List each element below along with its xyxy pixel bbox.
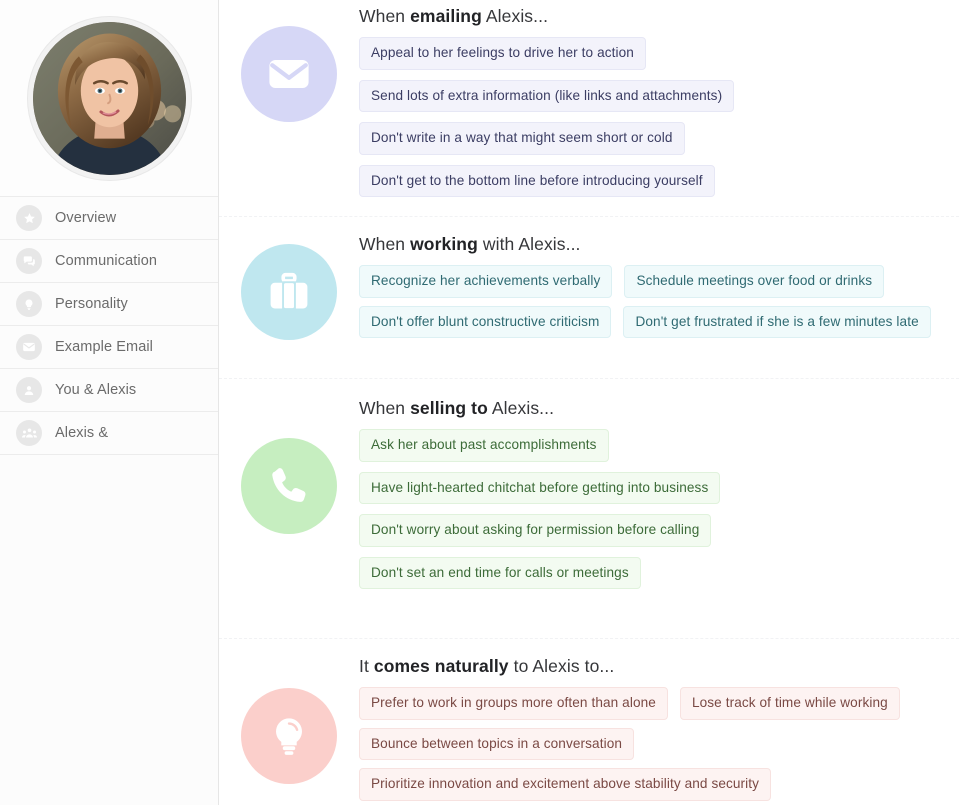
briefcase-icon [241, 244, 337, 340]
tag[interactable]: Prefer to work in groups more often than… [359, 687, 668, 720]
sidebar-item-label: Alexis & [55, 425, 109, 441]
tag[interactable]: Recognize her achievements verbally [359, 265, 613, 298]
section-title: It comes naturally to Alexis to... [359, 656, 945, 677]
main-content: When emailing Alexis... Appeal to her fe… [219, 0, 959, 805]
section-body: When selling to Alexis... Ask her about … [359, 398, 945, 590]
sidebar-item-label: Example Email [55, 339, 153, 355]
envelope-icon [16, 334, 42, 360]
sidebar-item-overview[interactable]: Overview [0, 197, 218, 240]
section-selling: When selling to Alexis... Ask her about … [219, 378, 959, 638]
sidebar-item-label: Communication [55, 253, 158, 269]
tag[interactable]: Bounce between topics in a conversation [359, 727, 635, 761]
sidebar-nav: Overview Communication Personality Examp… [0, 197, 218, 455]
tag[interactable]: Ask her about past accomplishments [359, 429, 609, 462]
tag-list: Prefer to work in groups more often than… [359, 687, 919, 801]
person-icon [16, 377, 42, 403]
title-prefix: It [359, 656, 374, 676]
section-title: When selling to Alexis... [359, 398, 945, 419]
sidebar: Overview Communication Personality Examp… [0, 0, 219, 805]
sidebar-item-label: You & Alexis [55, 382, 137, 398]
sidebar-item-alexis-and[interactable]: Alexis & [0, 412, 218, 455]
tag[interactable]: Don't get to the bottom line before intr… [359, 164, 715, 198]
lightbulb-icon [16, 291, 42, 317]
sidebar-item-you-and-alexis[interactable]: You & Alexis [0, 369, 218, 412]
title-suffix: Alexis... [487, 398, 555, 418]
title-suffix: to Alexis to... [508, 656, 615, 676]
title-bold: working [410, 234, 478, 254]
envelope-icon [241, 26, 337, 122]
tag[interactable]: Don't worry about asking for permission … [359, 514, 712, 547]
section-body: It comes naturally to Alexis to... Prefe… [359, 656, 945, 801]
sidebar-item-label: Personality [55, 296, 128, 312]
section-body: When working with Alexis... Recognize he… [359, 234, 945, 339]
title-suffix: with Alexis... [477, 234, 581, 254]
avatar [27, 16, 191, 180]
section-title: When working with Alexis... [359, 234, 945, 255]
tag-list: Recognize her achievements verbally Sche… [359, 265, 945, 339]
tag[interactable]: Don't get frustrated if she is a few min… [623, 305, 931, 339]
title-bold: comes naturally [373, 656, 509, 676]
section-working: When working with Alexis... Recognize he… [219, 216, 959, 378]
sidebar-item-personality[interactable]: Personality [0, 283, 218, 326]
title-bold: selling to [410, 398, 488, 418]
tag[interactable]: Don't offer blunt constructive criticism [359, 305, 612, 339]
tag[interactable]: Appeal to her feelings to drive her to a… [359, 37, 646, 70]
tag[interactable]: Don't set an end time for calls or meeti… [359, 556, 641, 590]
sidebar-item-communication[interactable]: Communication [0, 240, 218, 283]
tag[interactable]: Send lots of extra information (like lin… [359, 79, 735, 113]
tag-list: Appeal to her feelings to drive her to a… [359, 37, 759, 198]
title-suffix: Alexis... [481, 6, 549, 26]
title-bold: emailing [410, 6, 482, 26]
title-prefix: When [359, 6, 411, 26]
people-group-icon [16, 420, 42, 446]
tag[interactable]: Have light-hearted chitchat before getti… [359, 471, 721, 505]
profile-page: Overview Communication Personality Examp… [0, 0, 959, 805]
tag-list: Ask her about past accomplishments Have … [359, 429, 759, 590]
section-comes-naturally: It comes naturally to Alexis to... Prefe… [219, 638, 959, 805]
phone-icon [241, 438, 337, 534]
sidebar-item-label: Overview [55, 210, 117, 226]
section-emailing: When emailing Alexis... Appeal to her fe… [219, 0, 959, 216]
avatar-container [0, 0, 218, 197]
sidebar-item-example-email[interactable]: Example Email [0, 326, 218, 369]
star-icon [16, 205, 42, 231]
tag[interactable]: Schedule meetings over food or drinks [624, 265, 885, 298]
tag[interactable]: Lose track of time while working [679, 687, 900, 720]
title-prefix: When [359, 234, 411, 254]
tag[interactable]: Prioritize innovation and excitement abo… [359, 768, 772, 801]
title-prefix: When [359, 398, 411, 418]
chat-bubbles-icon [16, 248, 42, 274]
lightbulb-icon [241, 688, 337, 784]
section-title: When emailing Alexis... [359, 6, 945, 27]
tag[interactable]: Don't write in a way that might seem sho… [359, 122, 685, 155]
section-body: When emailing Alexis... Appeal to her fe… [359, 0, 945, 198]
